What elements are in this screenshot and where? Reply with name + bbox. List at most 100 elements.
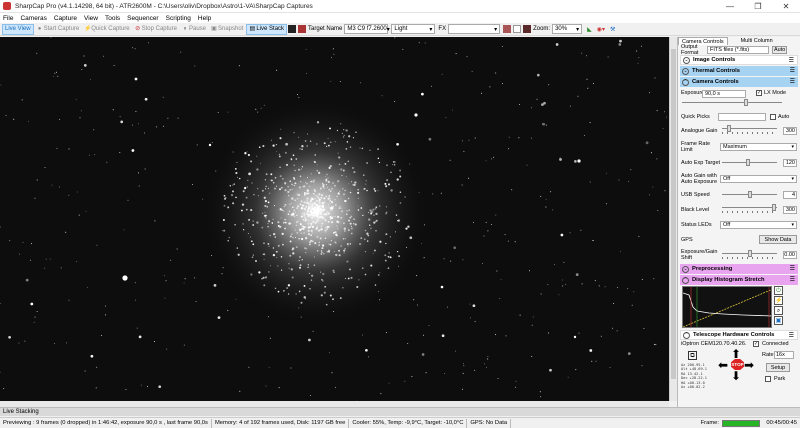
usb-speed-slider[interactable]: [722, 191, 777, 198]
color-wheel-icon[interactable]: ◉▾: [595, 24, 607, 35]
output-format-label: Output Format: [681, 43, 699, 56]
frame-rate-limit-label: Frame Rate Limit: [681, 140, 711, 153]
tools-icon[interactable]: ⚒: [608, 24, 617, 35]
analogue-gain-value[interactable]: 300: [783, 126, 797, 135]
target-name-field[interactable]: M3 C9 f7.2600 ▾: [344, 24, 390, 34]
frame-type-select[interactable]: Light ▾: [391, 24, 436, 34]
usb-speed-value[interactable]: 4: [783, 190, 797, 199]
minimize-icon[interactable]: —: [716, 0, 744, 13]
quick-picks-select[interactable]: [718, 112, 766, 121]
arrow-down-icon[interactable]: ⬇: [731, 369, 741, 383]
exposure-gain-shift-value[interactable]: 0.00: [783, 251, 797, 259]
star-cluster-image: [0, 37, 669, 401]
section-menu-icon[interactable]: ☰: [790, 276, 795, 283]
lx-mode-checkbox[interactable]: ✓: [756, 90, 762, 96]
quick-capture-button[interactable]: ⚡ Quick Capture: [82, 24, 131, 35]
exposure-field[interactable]: 90,0 s: [702, 90, 746, 98]
analogue-gain-slider[interactable]: [722, 125, 777, 132]
chevron-down-icon: ⌄: [683, 56, 690, 64]
reticle-icon[interactable]: [523, 25, 532, 33]
sync-icon[interactable]: ⧉: [688, 351, 697, 360]
power-icon[interactable]: ⏻: [774, 286, 783, 295]
stop-capture-button[interactable]: ⊘ Stop Capture: [133, 24, 179, 35]
menu-capture[interactable]: Capture: [54, 15, 77, 22]
live-view-button[interactable]: Live View: [2, 23, 34, 35]
chevron-down-icon: ⌄: [682, 265, 689, 273]
pause-button[interactable]: ⏸ Pause: [180, 24, 208, 35]
auto-gain-label: Auto Gain with Auto Exposure: [681, 172, 718, 185]
restore-icon[interactable]: ❐: [744, 0, 772, 13]
chevron-up-icon: ⌃: [682, 276, 689, 284]
arrow-up-icon[interactable]: ⬆: [731, 347, 741, 361]
menu-file[interactable]: File: [3, 15, 13, 22]
fx-select[interactable]: ▾: [448, 24, 501, 34]
show-gps-data-button[interactable]: Show Data: [759, 235, 797, 244]
image-controls-header[interactable]: ⌄ Image Controls ☰: [680, 55, 798, 65]
chevron-down-icon: ▾: [494, 26, 498, 33]
snapshot-button[interactable]: ▣ Snapshot: [209, 24, 245, 35]
thermal-controls-header[interactable]: ⌄ Thermal Controls ☰: [680, 66, 798, 76]
black-level-slider[interactable]: [722, 204, 777, 211]
output-format-select[interactable]: FITS files (*.fits): [707, 45, 769, 54]
preprocessing-header[interactable]: ⌄ Preprocessing ☰: [680, 264, 798, 274]
histogram-chart[interactable]: [682, 286, 772, 328]
menu-scripting[interactable]: Scripting: [166, 15, 191, 22]
auto-exp-target-value[interactable]: 120: [783, 158, 797, 167]
telescope-controls-header[interactable]: ⌃ Telescope Hardware Controls ☰: [680, 330, 798, 340]
connected-checkbox[interactable]: ✓: [753, 341, 759, 347]
lx-mode-label: LX Mode: [764, 90, 787, 96]
menu-view[interactable]: View: [84, 15, 98, 22]
chevron-down-icon: ▾: [576, 26, 580, 33]
live-stacking-panel-tab[interactable]: Live Stacking: [0, 407, 800, 416]
close-icon[interactable]: ✕: [772, 0, 800, 13]
section-menu-icon[interactable]: ☰: [790, 67, 795, 74]
auto-gain-select[interactable]: Off: [720, 174, 797, 183]
section-menu-icon[interactable]: ☰: [790, 78, 795, 85]
section-menu-icon[interactable]: ☰: [789, 332, 794, 339]
display-color-swatch-red[interactable]: [298, 25, 307, 33]
camera-image-view[interactable]: [0, 37, 669, 401]
histogram-panel[interactable]: ⏻ ⚡ ⌕ ▣: [680, 286, 798, 328]
tab-multi-column[interactable]: Multi Column: [738, 37, 776, 45]
color-swatch-icon[interactable]: [503, 25, 512, 33]
camera-controls-header[interactable]: ⌃ Camera Controls ☰: [680, 77, 798, 87]
frame-rate-limit-select[interactable]: Maximum: [720, 142, 797, 151]
exposure-slider[interactable]: [682, 99, 782, 106]
menu-cameras[interactable]: Cameras: [20, 15, 46, 22]
analogue-gain-row: Analogue Gain 300: [678, 123, 800, 138]
white-swatch-icon[interactable]: [513, 25, 522, 33]
auto-exp-target-slider[interactable]: [722, 159, 777, 166]
menu-help[interactable]: Help: [198, 15, 211, 22]
histogram-header[interactable]: ⌃ Display Histogram Stretch ☰: [680, 275, 798, 285]
start-capture-button[interactable]: ● Start Capture: [35, 24, 82, 35]
chevron-up-icon: ⌃: [682, 78, 689, 86]
quick-picks-auto-checkbox[interactable]: [770, 113, 776, 120]
arrow-right-icon[interactable]: ➡: [744, 358, 754, 372]
output-auto-button[interactable]: Auto: [772, 45, 788, 54]
zoom-select[interactable]: 30% ▾: [552, 24, 583, 34]
live-stack-button[interactable]: ▤ Live Stack: [246, 23, 288, 35]
gps-label: GPS: [681, 236, 693, 243]
section-menu-icon[interactable]: ☰: [789, 57, 794, 64]
rate-select[interactable]: 16x: [774, 351, 794, 359]
exposure-gain-shift-label: Exposure/Gain Shift: [681, 249, 718, 261]
auto-stretch-icon[interactable]: ⚡: [774, 296, 783, 305]
arrow-left-icon[interactable]: ⬅: [718, 358, 728, 372]
mount-setup-button[interactable]: Setup: [766, 363, 790, 372]
fx-label: FX: [438, 26, 447, 32]
park-checkbox[interactable]: [765, 376, 771, 382]
image-vertical-scrollbar[interactable]: [669, 37, 677, 401]
zoom-icon[interactable]: ⌕: [774, 306, 783, 315]
section-menu-icon[interactable]: ☰: [790, 265, 795, 272]
analogue-gain-label: Analogue Gain: [681, 127, 718, 134]
black-level-label: Black Level: [681, 206, 710, 213]
menu-tools[interactable]: Tools: [105, 15, 120, 22]
exposure-gain-shift-slider[interactable]: [722, 250, 777, 257]
display-color-swatch-dark[interactable]: [288, 25, 297, 33]
histogram-icon[interactable]: ◣: [585, 24, 594, 35]
stop-slew-button[interactable]: STOP: [731, 359, 744, 370]
save-icon[interactable]: ▣: [774, 316, 783, 325]
status-leds-select[interactable]: Off: [720, 220, 797, 229]
black-level-value[interactable]: 300: [783, 205, 797, 214]
menu-sequencer[interactable]: Sequencer: [127, 15, 158, 22]
